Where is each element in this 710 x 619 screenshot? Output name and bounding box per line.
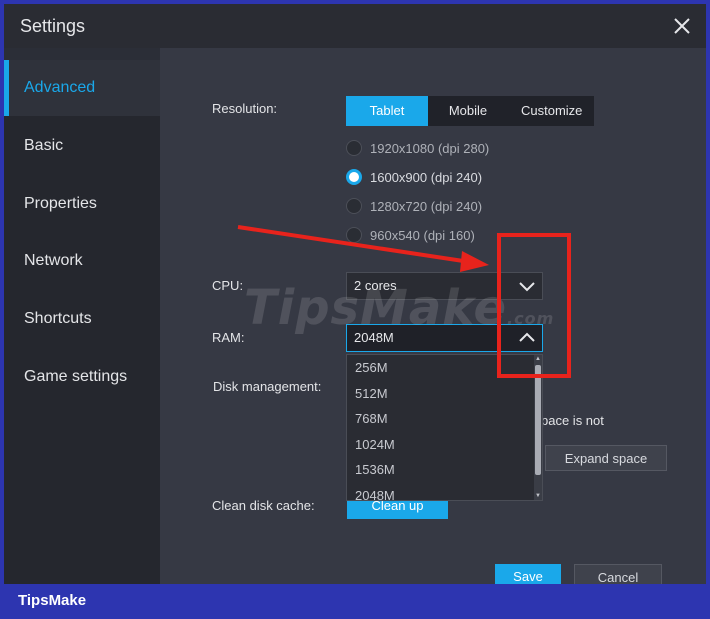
tab-customize[interactable]: Customize: [508, 96, 594, 126]
cpu-label: CPU:: [212, 278, 244, 293]
ram-option[interactable]: 768M: [347, 406, 542, 432]
expand-space-button[interactable]: Expand space: [545, 445, 667, 471]
save-button[interactable]: Save: [495, 564, 561, 584]
watermark-text: TipsMake: [244, 280, 508, 336]
tab-tablet[interactable]: Tablet: [346, 96, 428, 126]
settings-sidebar: Advanced Basic Properties Network Shortc…: [4, 60, 160, 584]
settings-window: Settings Advanced Basic Properties Netwo…: [4, 4, 706, 584]
sidebar-item-game-settings[interactable]: Game settings: [4, 349, 160, 405]
sidebar-item-network[interactable]: Network: [4, 233, 160, 289]
ram-option[interactable]: 1024M: [347, 432, 542, 458]
tipsmake-logo: TipsMake: [18, 592, 87, 609]
ram-option[interactable]: 2048M: [347, 483, 542, 500]
ram-option[interactable]: 256M: [347, 355, 542, 381]
sidebar-item-advanced[interactable]: Advanced: [4, 60, 160, 116]
scrollbar-thumb[interactable]: [535, 365, 541, 475]
radio-button-checked[interactable]: [346, 169, 362, 185]
cancel-button[interactable]: Cancel: [574, 564, 662, 584]
tipsmake-watermark: TipsMake.com: [244, 280, 554, 336]
resolution-option-label: 1280x720 (dpi 240): [370, 198, 483, 214]
dropdown-scrollbar[interactable]: ▲ ▼: [534, 355, 542, 500]
ram-option[interactable]: 1536M: [347, 457, 542, 483]
resolution-option-1280[interactable]: 1280x720 (dpi 240): [346, 196, 482, 216]
sidebar-item-properties[interactable]: Properties: [4, 176, 160, 232]
scroll-up-arrow-icon[interactable]: ▲: [534, 355, 542, 363]
resolution-option-label: 1920x1080 (dpi 280): [370, 140, 490, 156]
radio-button[interactable]: [346, 198, 362, 214]
sidebar-item-shortcuts[interactable]: Shortcuts: [4, 291, 160, 347]
resolution-option-1920[interactable]: 1920x1080 (dpi 280): [346, 138, 489, 158]
clean-cache-label: Clean disk cache:: [212, 498, 315, 513]
title-bar: Settings: [4, 4, 706, 48]
radio-button[interactable]: [346, 140, 362, 156]
resolution-tabs: Tablet Mobile Customize: [346, 96, 594, 126]
ram-option[interactable]: 512M: [347, 381, 542, 407]
resolution-label: Resolution:: [212, 101, 278, 116]
window-title: Settings: [20, 16, 86, 36]
resolution-option-label: 960x540 (dpi 160): [370, 227, 475, 243]
close-icon[interactable]: [670, 14, 694, 38]
scroll-down-arrow-icon[interactable]: ▼: [534, 492, 542, 500]
disk-management-label: Disk management:: [213, 379, 322, 394]
watermark-suffix: .com: [507, 309, 555, 328]
resolution-option-1600[interactable]: 1600x900 (dpi 240): [346, 167, 482, 187]
resolution-option-label: 1600x900 (dpi 240): [370, 169, 483, 185]
resolution-option-960[interactable]: 960x540 (dpi 160): [346, 225, 475, 245]
tab-mobile[interactable]: Mobile: [428, 96, 508, 126]
sidebar-item-basic[interactable]: Basic: [4, 118, 160, 174]
ram-dropdown-list: 256M 512M 768M 1024M 1536M 2048M ▲ ▼: [346, 354, 543, 501]
radio-button[interactable]: [346, 227, 362, 243]
disk-warning-text: pace is not: [541, 413, 604, 428]
ram-label: RAM:: [212, 330, 245, 345]
